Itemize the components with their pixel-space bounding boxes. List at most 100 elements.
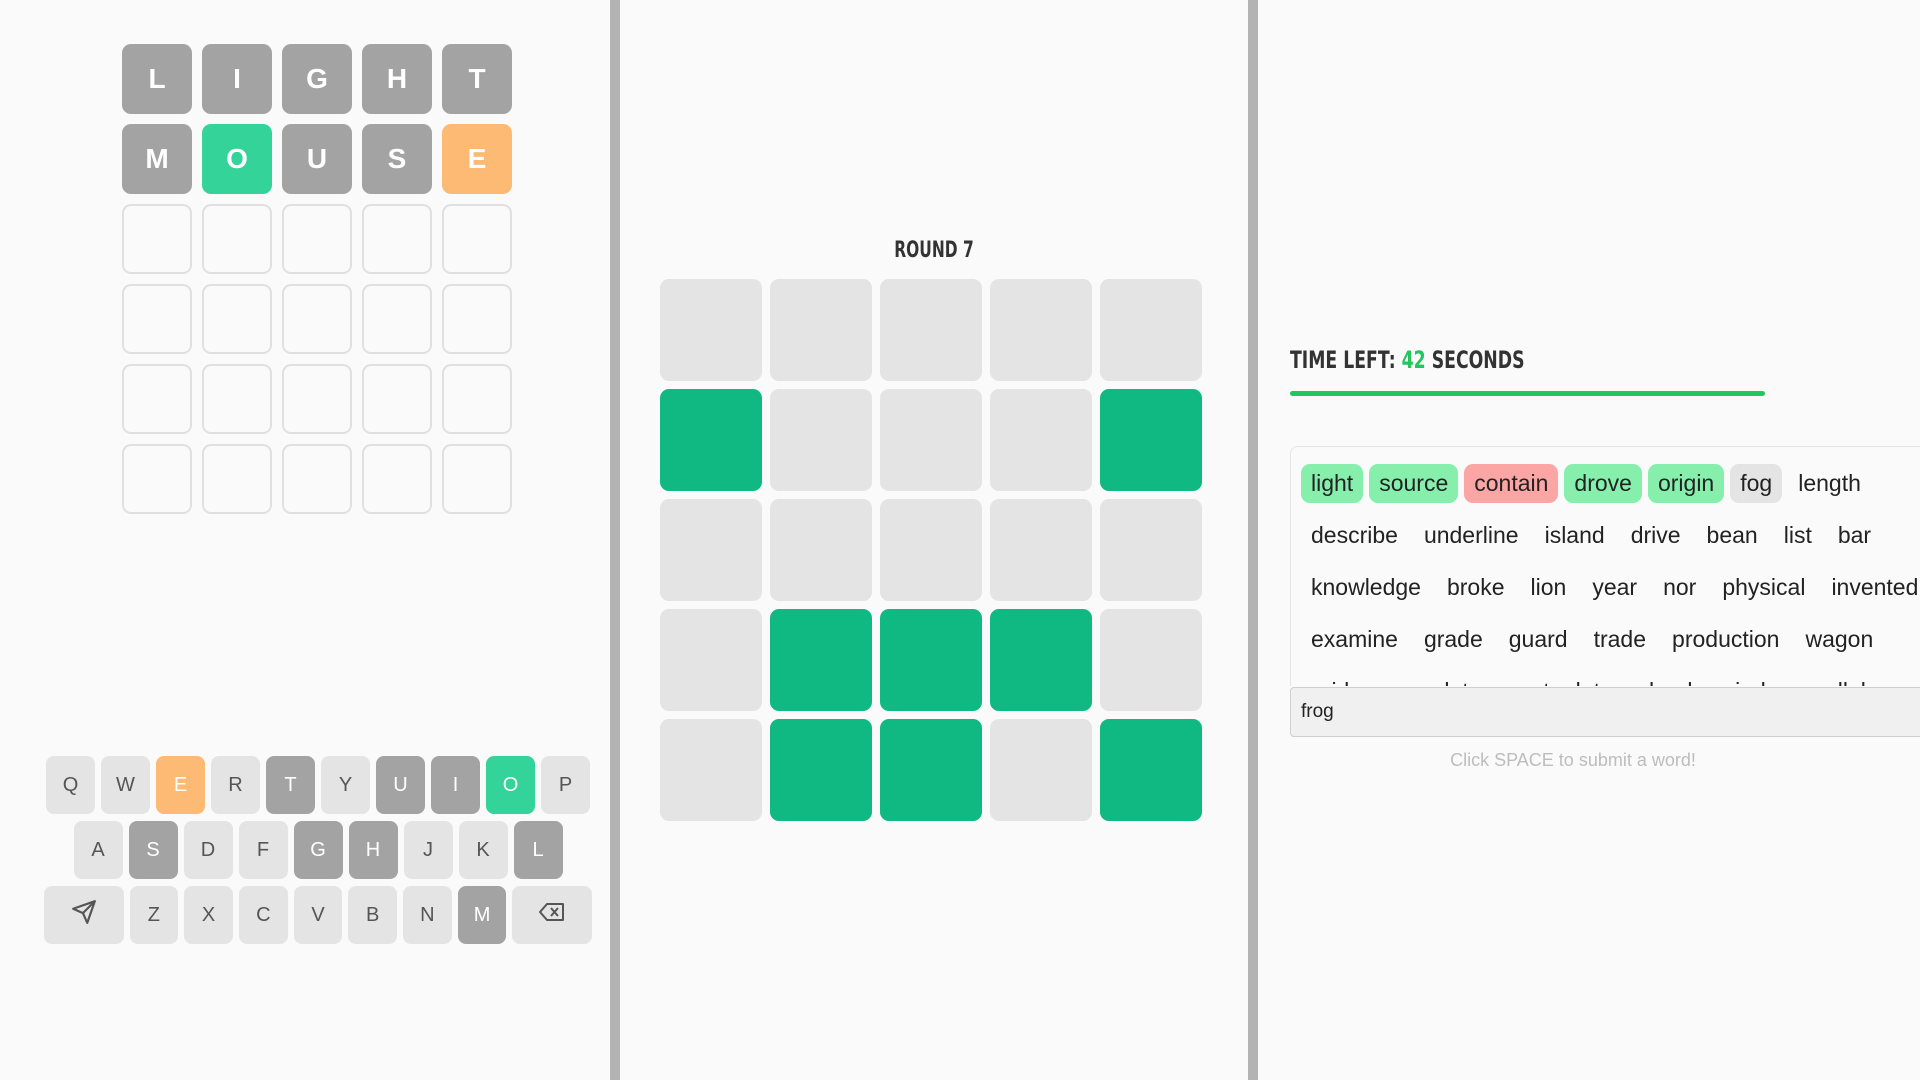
word: bean: [1706, 521, 1758, 548]
word-row: pride complete costlot school wind parallel: [1301, 665, 1920, 687]
key-h[interactable]: H: [348, 821, 398, 879]
word: invented: [1831, 573, 1919, 600]
key-n[interactable]: N: [403, 886, 452, 944]
guess-board: LIGHT MOUSE: [122, 44, 512, 514]
pattern-cell-filled: [990, 609, 1092, 711]
word: complete: [1378, 672, 1491, 687]
board-tile: [442, 364, 512, 434]
pattern-cell-empty: [990, 389, 1092, 491]
word: wind: [1708, 672, 1775, 687]
board-tile: [202, 444, 272, 514]
word: nor: [1663, 573, 1697, 600]
board-tile: L: [122, 44, 192, 114]
word: list: [1783, 521, 1812, 548]
key-m[interactable]: M: [457, 886, 507, 944]
board-tile: G: [282, 44, 352, 114]
pattern-cell-filled: [880, 719, 982, 821]
word-input[interactable]: frog: [1290, 687, 1920, 737]
keyboard-row: ASDFGHJKL: [44, 821, 592, 879]
panel-divider: [1248, 0, 1258, 1080]
send-icon: [71, 899, 97, 931]
board-tile: O: [202, 124, 272, 194]
pattern-cell-filled: [1100, 389, 1202, 491]
key-z[interactable]: Z: [129, 886, 179, 944]
word-correct: source: [1369, 463, 1459, 503]
board-tile: [362, 444, 432, 514]
submit-key[interactable]: [44, 886, 124, 944]
key-g[interactable]: G: [293, 821, 343, 879]
round-label: ROUND 7: [894, 238, 974, 263]
board-tile: [122, 284, 192, 354]
pattern-cell-empty: [770, 279, 872, 381]
board-tile: I: [202, 44, 272, 114]
word: drive: [1630, 521, 1681, 548]
board-tile: T: [442, 44, 512, 114]
keyboard-row: ZXCVBNM: [44, 886, 592, 944]
word-correct: light: [1301, 463, 1364, 503]
board-tile: M: [122, 124, 192, 194]
pattern-cell-empty: [770, 389, 872, 491]
key-l[interactable]: L: [513, 821, 563, 879]
word: island: [1544, 521, 1605, 548]
pattern-cell-empty: [990, 499, 1092, 601]
key-x[interactable]: X: [184, 886, 233, 944]
word-row: knowledge broke lion year nor physical invente…: [1301, 561, 1920, 613]
pattern-cell-filled: [770, 719, 872, 821]
word-correct: drove: [1564, 463, 1642, 503]
word: broke: [1446, 573, 1505, 600]
backspace-key[interactable]: [512, 886, 592, 944]
key-k[interactable]: K: [458, 821, 508, 879]
key-t[interactable]: T: [266, 756, 315, 814]
board-tile: [202, 284, 272, 354]
word-row: describe underline island drive bean list bar: [1301, 509, 1920, 561]
key-p[interactable]: P: [541, 756, 590, 814]
key-i[interactable]: I: [431, 756, 480, 814]
key-a[interactable]: A: [73, 821, 123, 879]
key-w[interactable]: W: [101, 756, 150, 814]
board-tile: [442, 444, 512, 514]
board-tile: [202, 204, 272, 274]
key-r[interactable]: R: [211, 756, 260, 814]
timer-prefix: TIME LEFT:: [1290, 346, 1402, 374]
board-tile: E: [442, 124, 512, 194]
word: lion: [1530, 573, 1567, 600]
key-u[interactable]: U: [376, 756, 425, 814]
key-c[interactable]: C: [238, 886, 288, 944]
pattern-cell-empty: [880, 279, 982, 381]
on-screen-keyboard: QWERTYUIOP ASDFGHJKL ZXCVBNM: [44, 756, 592, 951]
wordle-panel: LIGHTMOUSE QWERTYUIOPASDFGHJKLZXCVBNM: [0, 0, 610, 1080]
pattern-panel: ROUND 7: [620, 0, 1248, 1080]
key-q[interactable]: Q: [46, 756, 95, 814]
key-j[interactable]: J: [403, 821, 453, 879]
pattern-cell-empty: [770, 499, 872, 601]
key-f[interactable]: F: [238, 821, 288, 879]
word: guard: [1508, 625, 1568, 652]
word-current: fog: [1730, 463, 1783, 503]
board-tile: [122, 444, 192, 514]
word-row: examine grade guard trade production wagon: [1301, 613, 1920, 665]
word: cost: [1497, 672, 1559, 687]
key-o[interactable]: O: [486, 756, 535, 814]
pattern-cell-empty: [880, 499, 982, 601]
timer-suffix: SECONDS: [1425, 346, 1525, 374]
key-b[interactable]: B: [348, 886, 398, 944]
key-s[interactable]: S: [128, 821, 178, 879]
pattern-cell-empty: [1100, 499, 1202, 601]
board-tile: U: [282, 124, 352, 194]
word-wrong: contain: [1464, 463, 1559, 503]
board-tile: [122, 364, 192, 434]
board-tile: [442, 204, 512, 274]
typing-panel: TIME LEFT: 42 SECONDS light source contain…: [1258, 0, 1920, 1080]
key-v[interactable]: V: [293, 886, 343, 944]
key-d[interactable]: D: [183, 821, 233, 879]
word-row: light source contain drove origin fog length: [1301, 457, 1920, 509]
key-y[interactable]: Y: [321, 756, 370, 814]
key-e[interactable]: E: [156, 756, 205, 814]
keyboard-row: QWERTYUIOP: [44, 756, 592, 814]
submit-hint: Click SPACE to submit a word!: [1450, 750, 1696, 770]
word-correct: origin: [1647, 463, 1725, 503]
pattern-cell-empty: [660, 719, 762, 821]
word: grade: [1423, 625, 1483, 652]
word: lot: [1566, 672, 1610, 687]
pattern-cell-empty: [1100, 279, 1202, 381]
